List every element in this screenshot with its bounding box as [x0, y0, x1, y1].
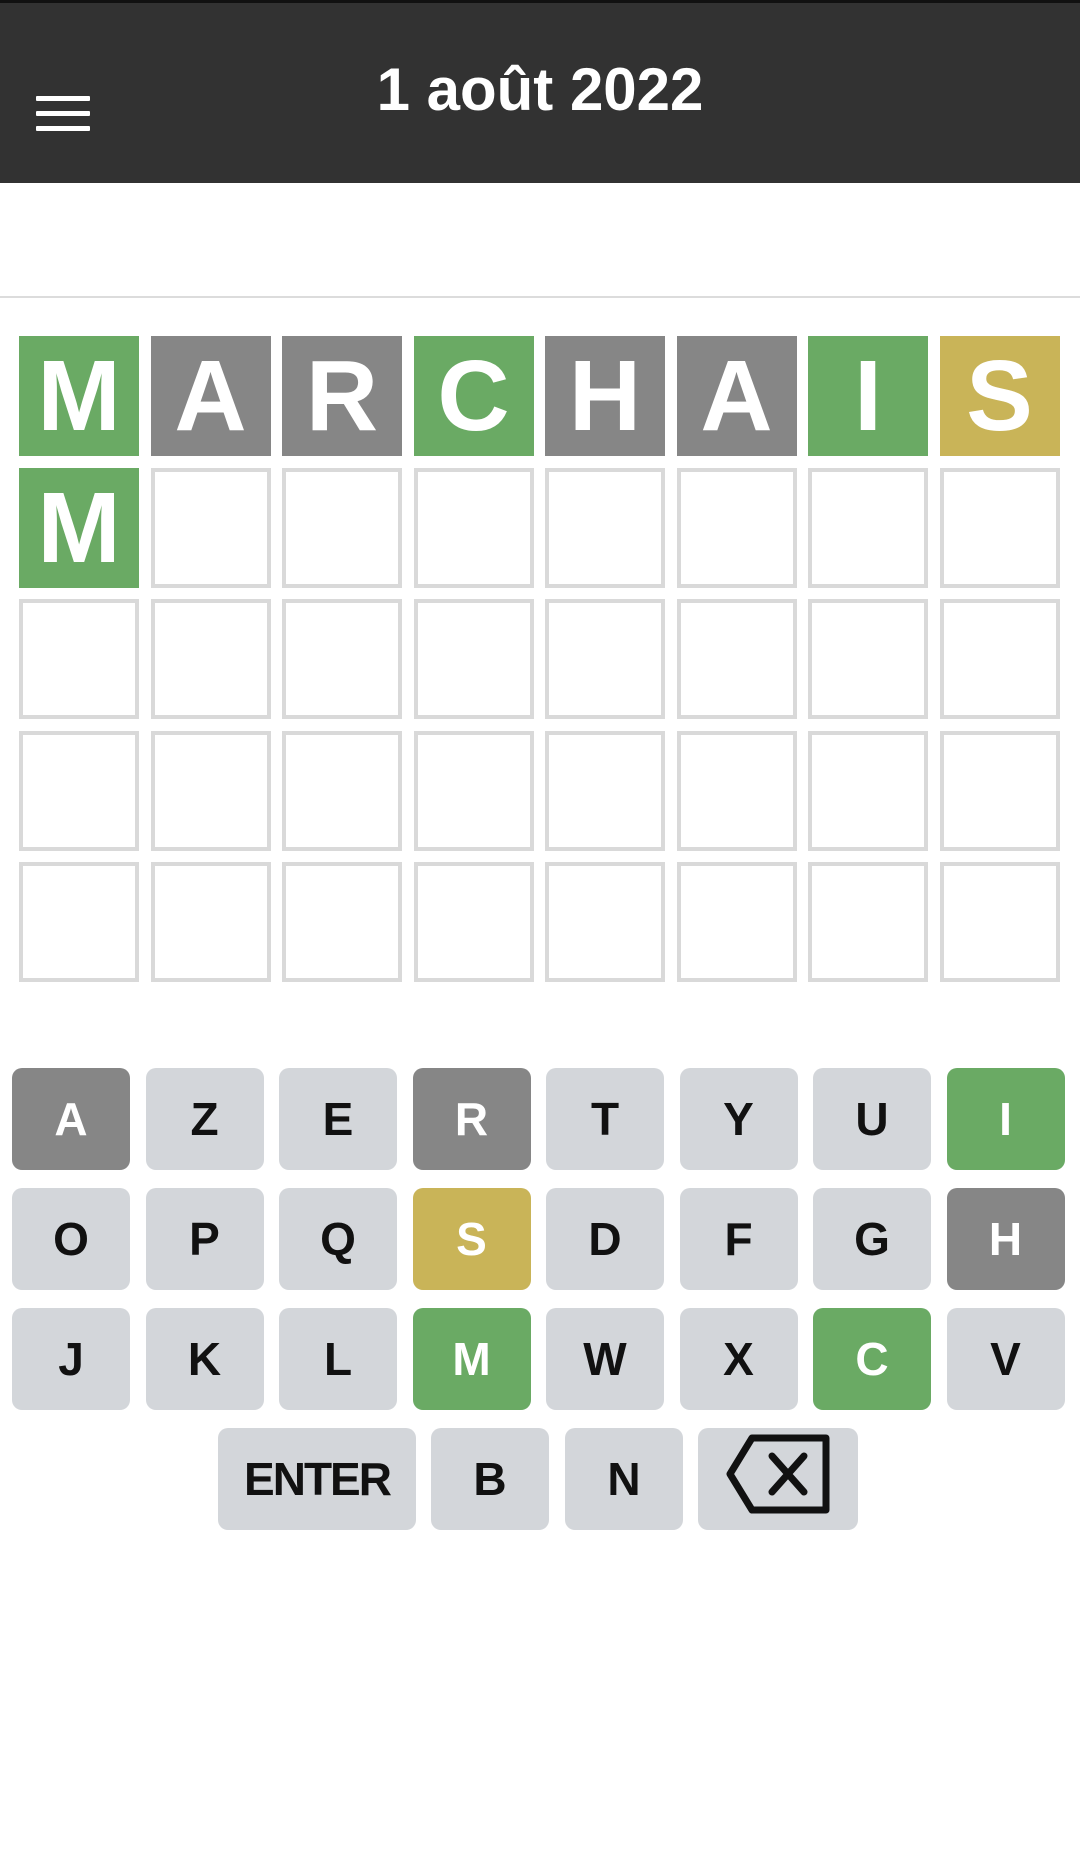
- board-tile: M: [19, 336, 139, 456]
- menu-line: [36, 126, 90, 131]
- key-a[interactable]: A: [12, 1068, 130, 1170]
- divider: [0, 296, 1080, 298]
- top-bar: 1 août 2022: [0, 0, 1080, 183]
- board-tile: [19, 730, 139, 851]
- board-tile: [939, 730, 1060, 851]
- key-v[interactable]: V: [946, 1308, 1065, 1410]
- board-tile: S: [939, 336, 1060, 456]
- board-tile: [939, 599, 1060, 719]
- board-tile: [282, 730, 402, 851]
- board-tile: [545, 862, 665, 982]
- key-y[interactable]: Y: [679, 1068, 798, 1170]
- backspace-icon: [726, 1434, 830, 1525]
- backspace-button[interactable]: [698, 1428, 858, 1530]
- board-tile: [545, 467, 665, 588]
- key-w[interactable]: W: [546, 1308, 664, 1410]
- key-r[interactable]: R: [412, 1068, 531, 1170]
- key-f[interactable]: F: [679, 1188, 798, 1290]
- key-d[interactable]: D: [546, 1188, 664, 1290]
- board-tile: [939, 467, 1060, 588]
- key-z[interactable]: Z: [145, 1068, 264, 1170]
- board-tile: [413, 862, 534, 982]
- board-tile: [676, 862, 797, 982]
- board-tile: [282, 467, 402, 588]
- board-tile: A: [676, 336, 797, 456]
- board-tile: [413, 730, 534, 851]
- board-tile: [150, 599, 271, 719]
- board-tile: I: [808, 336, 928, 456]
- key-h[interactable]: H: [946, 1188, 1065, 1290]
- key-x[interactable]: X: [679, 1308, 798, 1410]
- key-p[interactable]: P: [145, 1188, 264, 1290]
- key-n[interactable]: N: [565, 1428, 683, 1530]
- key-l[interactable]: L: [279, 1308, 397, 1410]
- board-tile: R: [282, 336, 402, 456]
- key-g[interactable]: G: [813, 1188, 931, 1290]
- board-tile: [545, 730, 665, 851]
- board-tile: [676, 599, 797, 719]
- key-q[interactable]: Q: [279, 1188, 397, 1290]
- board-tile: [676, 467, 797, 588]
- key-e[interactable]: E: [279, 1068, 397, 1170]
- board-tile: [282, 862, 402, 982]
- board-tile: [413, 599, 534, 719]
- key-u[interactable]: U: [813, 1068, 931, 1170]
- board-tile: [808, 862, 928, 982]
- board-tile: [19, 862, 139, 982]
- board-tile: [676, 730, 797, 851]
- enter-button[interactable]: ENTER: [218, 1428, 416, 1530]
- page-title: 1 août 2022: [376, 56, 704, 123]
- key-b[interactable]: B: [431, 1428, 549, 1530]
- key-k[interactable]: K: [145, 1308, 264, 1410]
- board-tile: [808, 730, 928, 851]
- board-tile: A: [150, 336, 271, 456]
- key-o[interactable]: O: [12, 1188, 130, 1290]
- board-tile: [413, 467, 534, 588]
- key-s[interactable]: S: [412, 1188, 531, 1290]
- board-tile: [545, 599, 665, 719]
- board-tile: C: [413, 336, 534, 456]
- board-tile: [808, 599, 928, 719]
- board-tile: H: [545, 336, 665, 456]
- board-tile: [150, 467, 271, 588]
- key-i[interactable]: I: [946, 1068, 1065, 1170]
- key-c[interactable]: C: [813, 1308, 931, 1410]
- board-tile: M: [19, 467, 139, 588]
- board-tile: [150, 862, 271, 982]
- key-m[interactable]: M: [412, 1308, 531, 1410]
- board-tile: [282, 599, 402, 719]
- key-j[interactable]: J: [12, 1308, 130, 1410]
- board-tile: [150, 730, 271, 851]
- key-t[interactable]: T: [546, 1068, 664, 1170]
- board-tile: [808, 467, 928, 588]
- board-tile: [19, 599, 139, 719]
- board-tile: [939, 862, 1060, 982]
